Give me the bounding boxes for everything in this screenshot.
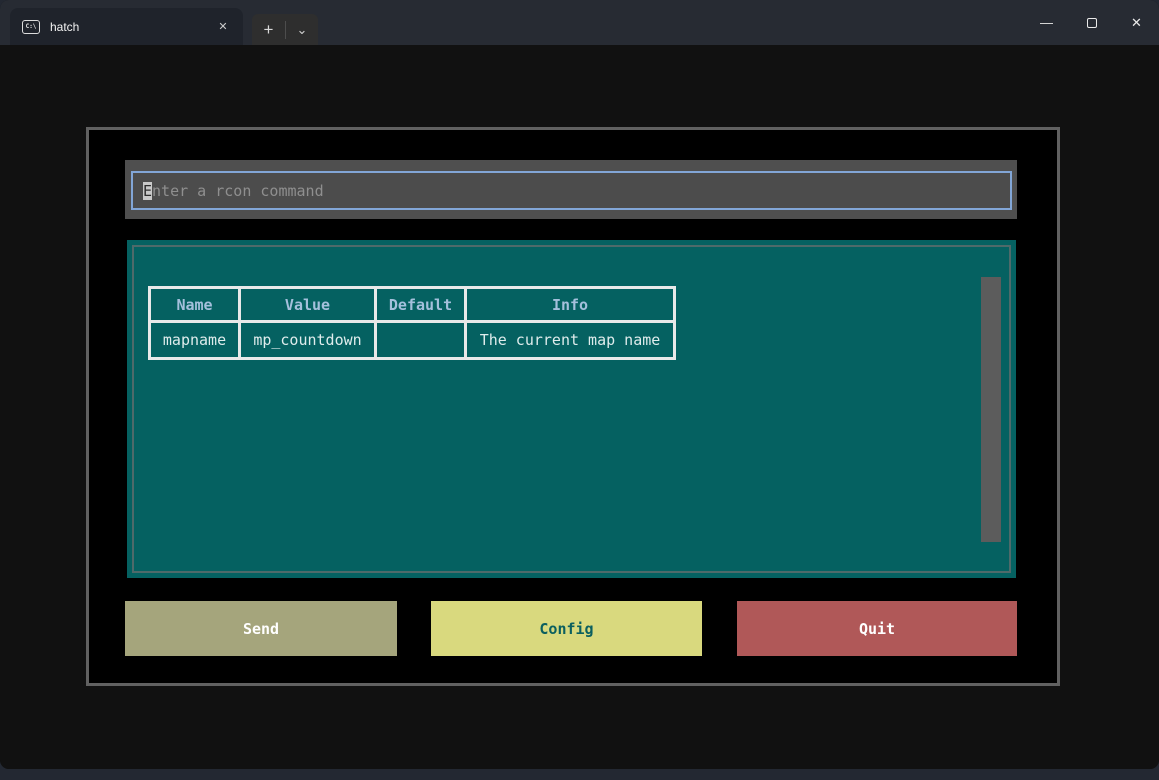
cell-info: The current map name: [466, 322, 675, 359]
close-button[interactable]: ✕: [1114, 0, 1159, 45]
new-tab-button[interactable]: +: [252, 20, 285, 40]
tab-title: hatch: [50, 20, 79, 34]
tab-close-icon[interactable]: ✕: [213, 17, 233, 37]
maximize-button[interactable]: [1069, 0, 1114, 45]
window-controls: — ✕: [1024, 0, 1159, 45]
config-button[interactable]: Config: [431, 601, 702, 656]
cvar-table: Name Value Default Info mapname mp_count…: [148, 286, 676, 360]
rcon-app-frame: Enter a rcon command Name Value Default …: [86, 127, 1060, 686]
cell-name: mapname: [150, 322, 240, 359]
cell-value: mp_countdown: [240, 322, 376, 359]
column-header-value: Value: [240, 288, 376, 322]
text-cursor: E: [143, 182, 152, 200]
chevron-down-icon[interactable]: ⌄: [286, 22, 318, 38]
column-header-name: Name: [150, 288, 240, 322]
command-prompt-icon: C:\: [22, 20, 40, 34]
quit-button[interactable]: Quit: [737, 601, 1017, 656]
command-input-container: Enter a rcon command: [125, 160, 1017, 219]
table-header-row: Name Value Default Info: [150, 288, 675, 322]
rcon-command-input[interactable]: Enter a rcon command: [131, 171, 1012, 210]
terminal-canvas: Enter a rcon command Name Value Default …: [0, 45, 1159, 769]
input-placeholder: nter a rcon command: [152, 182, 324, 200]
results-panel: Name Value Default Info mapname mp_count…: [127, 240, 1016, 578]
column-header-info: Info: [466, 288, 675, 322]
scrollbar-thumb[interactable]: [981, 277, 1001, 542]
maximize-icon: [1087, 18, 1097, 28]
new-tab-panel: + ⌄: [252, 14, 318, 45]
column-header-default: Default: [376, 288, 466, 322]
table-row[interactable]: mapname mp_countdown The current map nam…: [150, 322, 675, 359]
cell-default: [376, 322, 466, 359]
tab-hatch[interactable]: C:\ hatch ✕: [10, 8, 243, 45]
terminal-window: C:\ hatch ✕ + ⌄ — ✕ Enter a rcon command: [0, 0, 1159, 769]
send-button[interactable]: Send: [125, 601, 397, 656]
titlebar: C:\ hatch ✕ + ⌄ — ✕: [0, 0, 1159, 45]
minimize-button[interactable]: —: [1024, 0, 1069, 45]
